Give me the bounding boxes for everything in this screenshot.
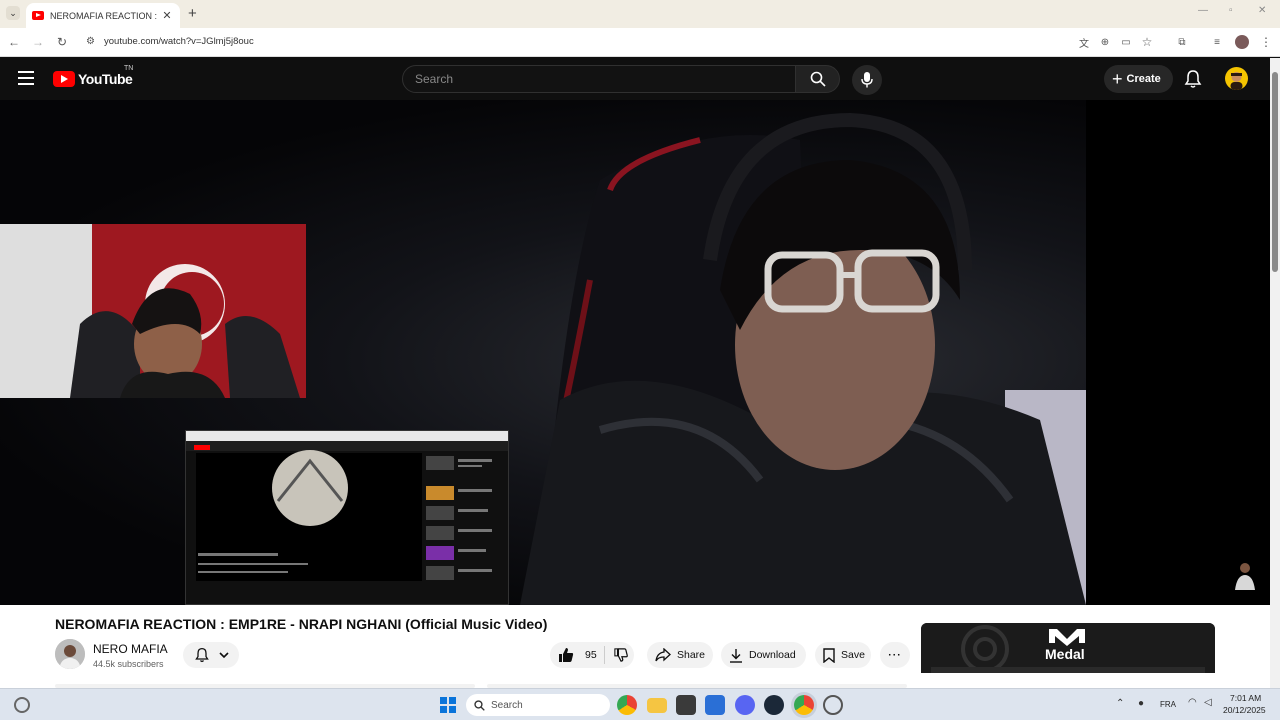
- tab-list-chevron-icon[interactable]: ⌄: [6, 6, 20, 20]
- url-text: youtube.com/watch?v=JGlmj5j8ouc: [104, 36, 254, 47]
- scrollbar-thumb[interactable]: [1272, 72, 1278, 272]
- wifi-icon[interactable]: ◠: [1188, 697, 1197, 708]
- tab-close-icon[interactable]: ✕: [160, 9, 174, 22]
- youtube-favicon-icon: [32, 11, 44, 20]
- profile-avatar[interactable]: [1235, 35, 1249, 49]
- settings-app-icon[interactable]: [823, 695, 843, 715]
- steam-app-icon[interactable]: [764, 695, 784, 715]
- chevron-down-icon: [218, 652, 229, 659]
- taskbar-search[interactable]: Search: [466, 694, 610, 716]
- bookmark-star-icon[interactable]: ☆: [1139, 34, 1155, 50]
- share-button[interactable]: Share: [647, 642, 713, 668]
- plus-icon: +: [1112, 69, 1123, 89]
- site-info-icon[interactable]: ⚙: [86, 36, 95, 47]
- video-title: NEROMAFIA REACTION : EMP1RE - NRAPI NGHA…: [55, 616, 548, 632]
- dislike-icon: [614, 648, 628, 662]
- browser-menu-icon[interactable]: ⋮: [1258, 34, 1274, 50]
- like-count: 95: [585, 649, 597, 661]
- youtube-play-icon: [53, 71, 75, 87]
- like-icon: [559, 648, 574, 662]
- menu-icon[interactable]: [18, 71, 34, 85]
- small-avatar-figure: [1232, 560, 1258, 590]
- browser-toolbar: ← → ↻ ⚙ youtube.com/watch?v=JGlmj5j8ouc …: [0, 28, 1280, 57]
- back-icon[interactable]: ←: [6, 34, 22, 50]
- facecam-image: [0, 224, 306, 398]
- browser-tabstrip: ⌄ NEROMAFIA REACTION : EMP1 ✕ + — ▫ ✕: [0, 0, 1280, 28]
- forward-icon[interactable]: →: [30, 34, 46, 50]
- search-icon: [474, 699, 485, 711]
- like-dislike-group: 95: [550, 642, 634, 668]
- browser-tab-active[interactable]: NEROMAFIA REACTION : EMP1 ✕: [26, 3, 180, 28]
- facecam-overlay: [0, 224, 306, 398]
- window-close-icon[interactable]: ✕: [1258, 5, 1266, 16]
- file-explorer-icon[interactable]: [647, 698, 667, 713]
- video-player[interactable]: [0, 100, 1270, 605]
- page-scrollbar[interactable]: [1270, 58, 1280, 688]
- ad-brand-name: Medal: [1045, 646, 1085, 662]
- youtube-logo-text: YouTube: [78, 71, 133, 87]
- more-actions-button[interactable]: ···: [880, 642, 910, 668]
- search-field[interactable]: [402, 65, 796, 93]
- bell-icon: [194, 647, 209, 663]
- new-tab-button[interactable]: +: [188, 5, 197, 22]
- discord-app-icon[interactable]: [735, 695, 755, 715]
- mail-app-icon[interactable]: [705, 695, 725, 715]
- input-language[interactable]: FRA: [1160, 700, 1176, 709]
- clock-date[interactable]: 20/12/2025: [1223, 705, 1266, 715]
- search-button[interactable]: [795, 65, 840, 93]
- search-icon: [810, 71, 826, 87]
- save-icon: [823, 647, 835, 663]
- chrome-active-app-icon[interactable]: [794, 695, 814, 715]
- taskbar-search-label: Search: [491, 699, 523, 711]
- channel-avatar[interactable]: [55, 639, 85, 669]
- video-info-section: NEROMAFIA REACTION : EMP1RE - NRAPI NGHA…: [0, 605, 1270, 688]
- bell-icon: [1184, 70, 1202, 88]
- translate-icon[interactable]: 文: [1076, 34, 1092, 50]
- windows-start-icon[interactable]: [440, 697, 456, 713]
- captured-youtube-page-image: [186, 431, 508, 581]
- share-label: Share: [677, 649, 706, 661]
- captured-browser-window: [185, 430, 509, 605]
- download-icon: [730, 648, 742, 663]
- like-button[interactable]: 95: [550, 646, 605, 664]
- tab-title: NEROMAFIA REACTION : EMP1: [50, 10, 160, 21]
- address-bar[interactable]: ⚙ youtube.com/watch?v=JGlmj5j8ouc: [80, 32, 1080, 53]
- chrome-app-icon[interactable]: [617, 695, 637, 715]
- create-label: Create: [1126, 73, 1161, 85]
- download-label: Download: [749, 649, 796, 661]
- extensions-icon[interactable]: ⧉: [1174, 34, 1190, 50]
- store-app-icon[interactable]: [676, 695, 696, 715]
- youtube-region-code: TN: [124, 65, 134, 72]
- reading-list-icon[interactable]: ≡: [1209, 34, 1225, 50]
- download-button[interactable]: Download: [721, 642, 806, 668]
- window-maximize-icon[interactable]: ▫: [1229, 5, 1233, 16]
- account-avatar[interactable]: [1225, 67, 1248, 90]
- voice-search-button[interactable]: [852, 65, 882, 95]
- tray-chevron-up-icon[interactable]: ⌃: [1116, 698, 1124, 709]
- microphone-tray-icon[interactable]: ●: [1138, 698, 1144, 709]
- save-button[interactable]: Save: [815, 642, 871, 668]
- channel-name[interactable]: NERO MAFIA: [93, 642, 168, 656]
- notifications-button[interactable]: [1183, 69, 1203, 89]
- widgets-icon[interactable]: [14, 697, 30, 713]
- create-button[interactable]: + Create: [1104, 65, 1173, 93]
- youtube-header: YouTube TN + Create: [0, 58, 1270, 100]
- search-input[interactable]: [403, 66, 795, 92]
- share-icon: [655, 648, 671, 662]
- dislike-button[interactable]: [605, 648, 634, 662]
- volume-icon[interactable]: ◁: [1204, 697, 1212, 708]
- window-minimize-icon[interactable]: —: [1198, 5, 1208, 16]
- cast-icon[interactable]: ▭: [1118, 34, 1134, 50]
- mic-icon: [861, 72, 873, 88]
- subscription-notifications-button[interactable]: [183, 642, 239, 668]
- reload-icon[interactable]: ↻: [54, 34, 70, 50]
- zoom-icon[interactable]: ⊕: [1097, 34, 1113, 50]
- windows-taskbar: Search ⌃ ● FRA ◠ ◁ 7:01 AM 20/12/2025: [0, 688, 1280, 720]
- subscriber-count: 44.5k subscribers: [93, 659, 164, 669]
- save-label: Save: [841, 649, 865, 661]
- youtube-logo[interactable]: YouTube TN: [53, 65, 134, 90]
- clock-time[interactable]: 7:01 AM: [1230, 693, 1261, 703]
